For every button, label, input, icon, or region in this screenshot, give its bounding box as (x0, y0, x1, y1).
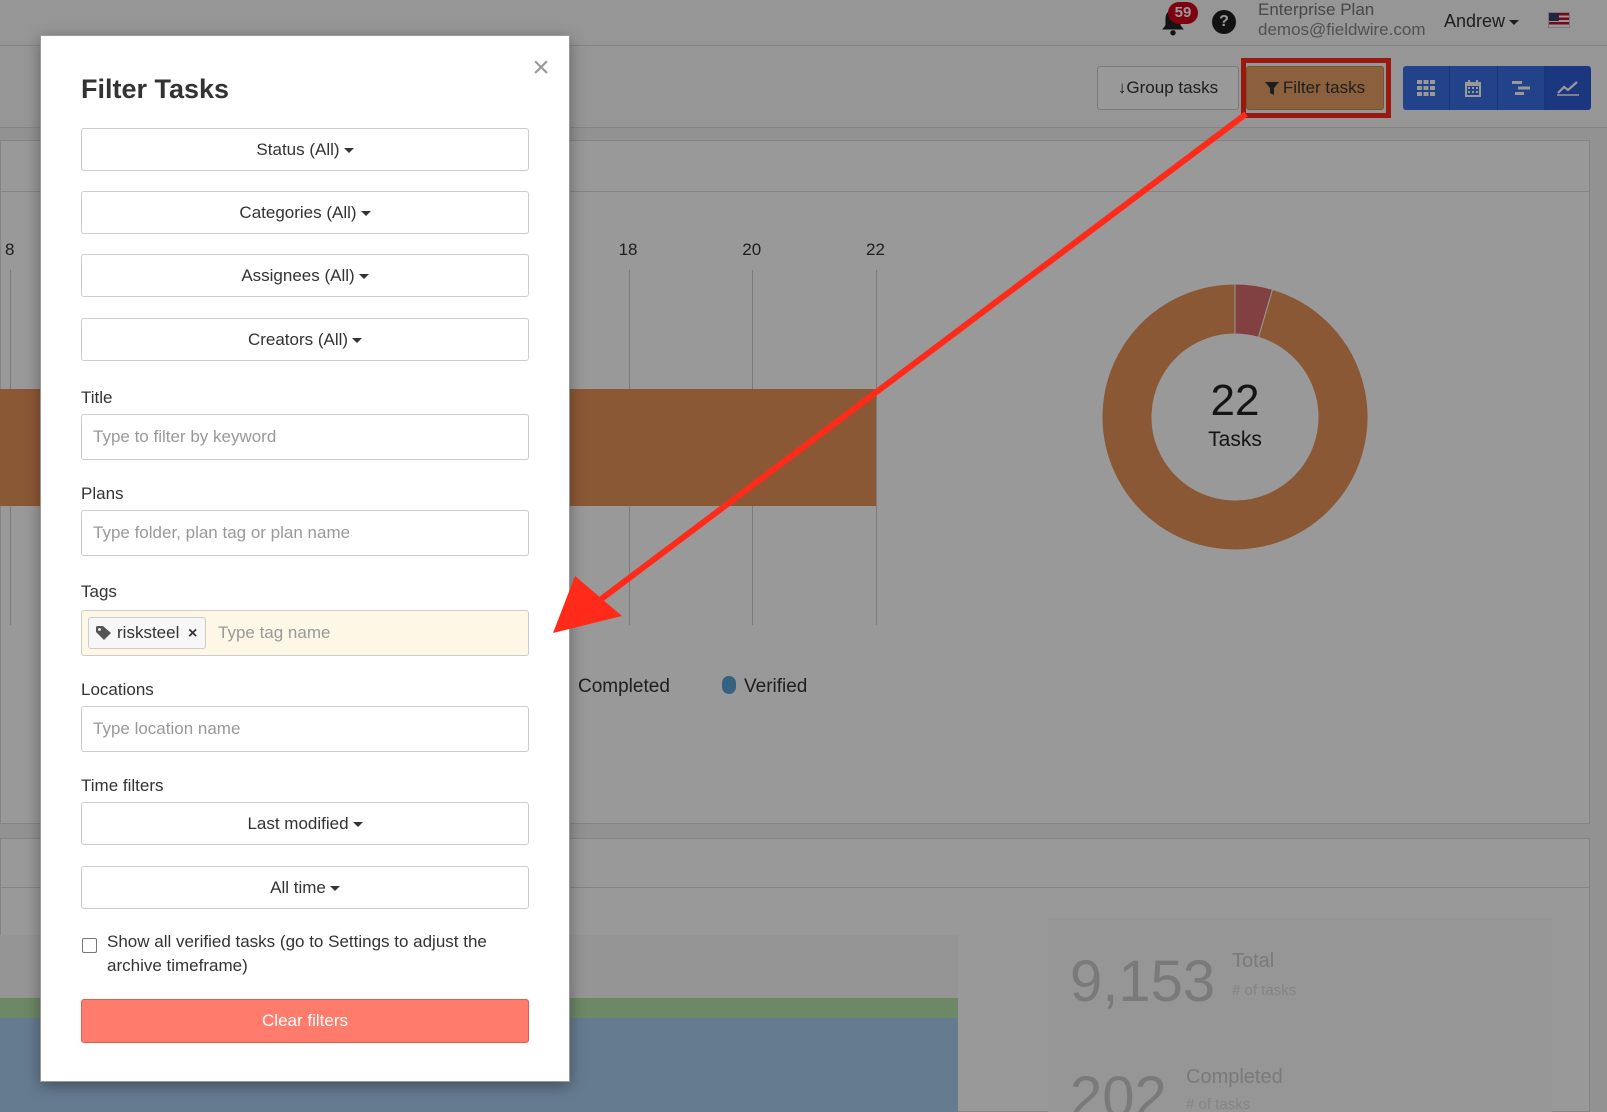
chevron-down-icon (358, 274, 369, 280)
assignees-dropdown-label: Assignees (All) (241, 266, 355, 285)
tag-remove-icon[interactable]: × (188, 619, 197, 649)
chevron-down-icon (352, 822, 363, 828)
show-verified-checkbox[interactable] (82, 938, 97, 953)
title-filter-input[interactable] (81, 414, 529, 460)
assignees-dropdown[interactable]: Assignees (All) (81, 254, 529, 297)
time-filters-label: Time filters (81, 776, 164, 795)
tag-chip: risksteel × (88, 617, 207, 649)
time-field-dropdown[interactable]: Last modified (81, 802, 529, 845)
categories-dropdown-label: Categories (All) (239, 203, 357, 222)
time-range-dropdown[interactable]: All time (81, 866, 529, 909)
creators-dropdown-label: Creators (All) (247, 330, 349, 349)
categories-dropdown[interactable]: Categories (All) (81, 191, 529, 234)
plans-label: Plans (81, 484, 124, 503)
chevron-down-icon (329, 886, 340, 892)
tags-filter-field[interactable]: risksteel × (81, 610, 529, 656)
tag-chip-label: risksteel (117, 623, 180, 642)
locations-filter-input[interactable] (81, 706, 529, 752)
modal-title: Filter Tasks (81, 74, 230, 104)
chevron-down-icon (360, 211, 371, 217)
status-dropdown[interactable]: Status (All) (81, 128, 529, 171)
clear-filters-button[interactable]: Clear filters (81, 999, 529, 1043)
status-dropdown-label: Status (All) (256, 140, 340, 159)
time-field-dropdown-label: Last modified (247, 814, 349, 833)
plans-filter-input[interactable] (81, 510, 529, 556)
filter-tasks-modal: × Filter Tasks Status (All) Categories (… (40, 35, 570, 1082)
close-icon[interactable]: × (527, 53, 555, 83)
tags-label: Tags (81, 582, 117, 601)
show-verified-label: Show all verified tasks (go to Settings … (107, 932, 487, 975)
chevron-down-icon (352, 338, 363, 344)
creators-dropdown[interactable]: Creators (All) (81, 318, 529, 361)
title-label: Title (81, 388, 113, 407)
time-range-dropdown-label: All time (270, 878, 326, 897)
chevron-down-icon (343, 148, 354, 154)
tag-icon (96, 626, 111, 640)
tags-filter-input[interactable] (218, 623, 508, 643)
locations-label: Locations (81, 680, 154, 699)
